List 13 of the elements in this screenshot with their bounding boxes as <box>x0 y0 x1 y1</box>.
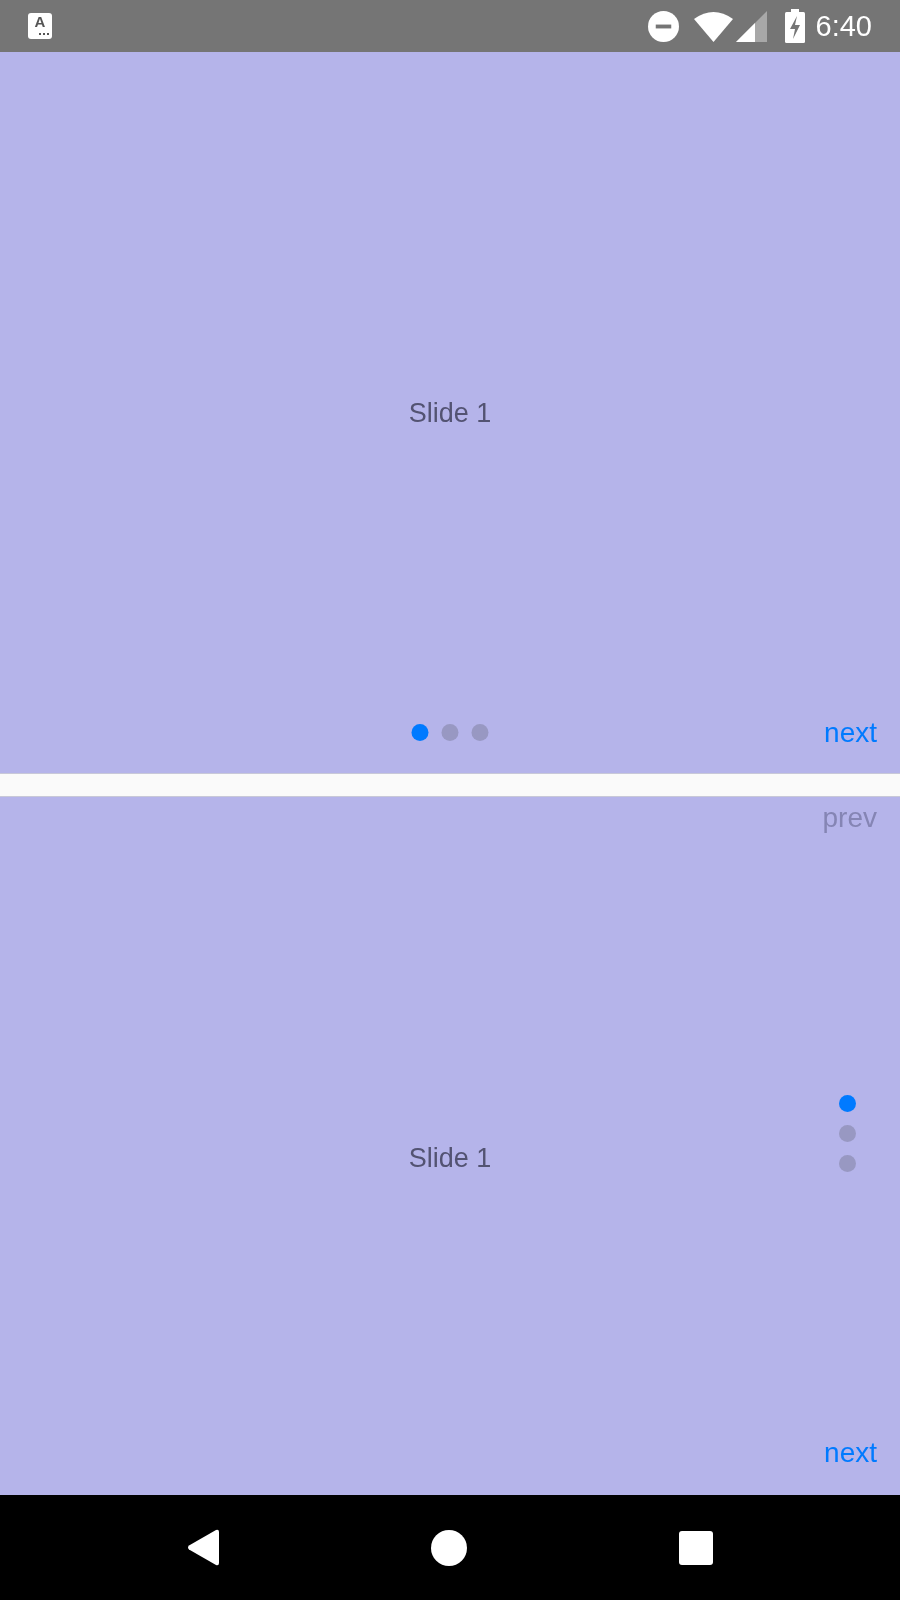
next-button[interactable]: next <box>822 718 879 748</box>
status-time: 6:40 <box>815 9 872 43</box>
next-button[interactable]: next <box>822 1438 879 1468</box>
home-icon[interactable] <box>431 1529 467 1566</box>
signal-icon <box>735 10 767 42</box>
slide-label: Slide 1 <box>408 1142 492 1174</box>
battery-charging-icon <box>784 9 805 43</box>
wifi-icon <box>693 10 733 42</box>
notification-icon: A <box>28 13 52 39</box>
slide-label: Slide 1 <box>408 396 492 429</box>
recent-apps-icon[interactable] <box>679 1530 713 1565</box>
back-icon[interactable] <box>187 1529 219 1566</box>
do-not-disturb-icon <box>647 10 679 42</box>
